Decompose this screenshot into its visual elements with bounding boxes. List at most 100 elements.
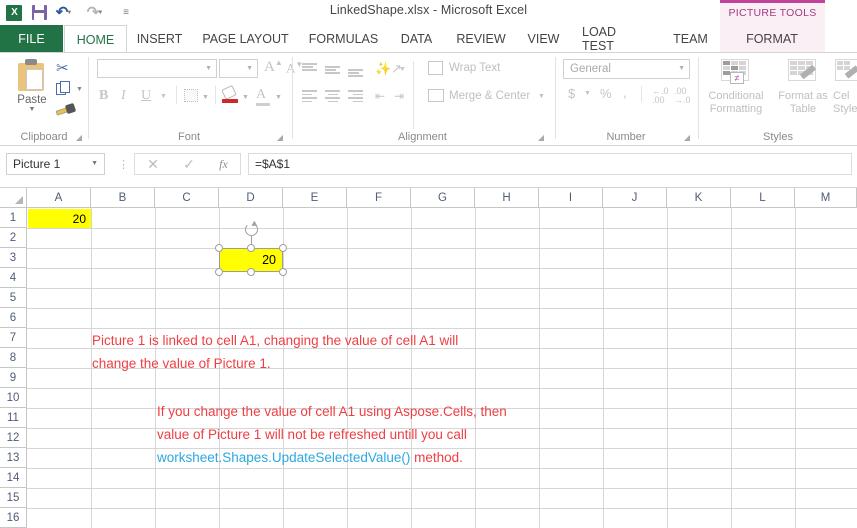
row-header-2[interactable]: 2 <box>0 228 27 248</box>
group-label-clipboard: Clipboard <box>20 131 68 143</box>
row-header-4[interactable]: 4 <box>0 268 27 288</box>
chevron-down-icon[interactable]: ▼ <box>678 65 685 72</box>
chevron-down-icon: ▼ <box>202 94 209 101</box>
tab-insert[interactable]: INSERT <box>130 25 189 52</box>
chevron-down-icon[interactable]: ▼ <box>91 160 98 167</box>
cancel-formula-icon[interactable]: ✕ <box>147 156 159 173</box>
column-header-k[interactable]: K <box>667 188 731 208</box>
resize-handle-sw[interactable] <box>215 268 223 276</box>
row-header-10[interactable]: 10 <box>0 388 27 408</box>
column-header-l[interactable]: L <box>731 188 795 208</box>
underline-button: U <box>141 88 152 103</box>
ribbon-tabs: FILE HOME INSERT PAGE LAYOUT FORMULAS DA… <box>0 25 857 53</box>
divider <box>176 86 177 104</box>
chevron-down-icon[interactable]: ▼ <box>205 65 212 72</box>
resize-handle-ne[interactable] <box>279 244 287 252</box>
resize-handle-s[interactable] <box>247 268 255 276</box>
column-header-i[interactable]: I <box>539 188 603 208</box>
cut-icon[interactable]: ✂ <box>56 59 69 77</box>
cell-styles-button[interactable]: Cel Style <box>833 59 857 116</box>
row-header-12[interactable]: 12 <box>0 428 27 448</box>
font-size-input[interactable]: ▼ <box>219 59 258 78</box>
ribbon-group-clipboard: Paste ▼ ✂ ▼ Clipboard ◢ <box>0 53 88 145</box>
row-header-5[interactable]: 5 <box>0 288 27 308</box>
row-header-6[interactable]: 6 <box>0 308 27 328</box>
borders-icon <box>184 89 198 102</box>
copy-icon[interactable] <box>56 81 72 96</box>
format-as-table-label-line1: Format as <box>778 90 828 102</box>
confirm-formula-icon[interactable]: ✓ <box>183 156 195 173</box>
formula-action-buttons: ✕ ✓ fx <box>134 153 241 175</box>
row-header-16[interactable]: 16 <box>0 508 27 528</box>
row-header-14[interactable]: 14 <box>0 468 27 488</box>
number-format-select[interactable]: General ▼ <box>563 59 690 79</box>
ribbon: Paste ▼ ✂ ▼ Clipboard ◢ Font ◢ ▼ ▼ A▲ A ▼… <box>0 53 857 146</box>
row-header-13[interactable]: 13 <box>0 448 27 468</box>
column-header-j[interactable]: J <box>603 188 667 208</box>
formula-input[interactable]: =$A$1 <box>248 153 852 175</box>
insert-function-icon[interactable]: fx <box>219 157 228 172</box>
currency-format-icon: $ <box>568 86 576 101</box>
column-header-a[interactable]: A <box>27 188 91 208</box>
conditional-formatting-icon: ≠ <box>721 59 751 87</box>
resize-handle-n[interactable] <box>247 244 255 252</box>
column-header-b[interactable]: B <box>91 188 155 208</box>
alignment-dialog-launcher[interactable]: ◢ <box>538 133 544 142</box>
tab-page-layout[interactable]: PAGE LAYOUT <box>192 25 299 52</box>
tab-view[interactable]: VIEW <box>518 25 569 52</box>
column-header-m[interactable]: M <box>795 188 857 208</box>
cell-A1[interactable]: 20 <box>28 209 91 228</box>
font-name-input[interactable]: ▼ <box>97 59 217 78</box>
row-header-3[interactable]: 3 <box>0 248 27 268</box>
clipboard-dialog-launcher[interactable]: ◢ <box>76 133 82 142</box>
chevron-down-icon[interactable]: ▼ <box>76 86 83 93</box>
row-header-15[interactable]: 15 <box>0 488 27 508</box>
tab-formulas[interactable]: FORMULAS <box>301 25 386 52</box>
bold-button: B <box>99 88 109 103</box>
tab-file[interactable]: FILE <box>0 25 63 52</box>
tab-format[interactable]: FORMAT <box>722 25 822 52</box>
column-header-h[interactable]: H <box>475 188 539 208</box>
annotation-note-2-line-3: worksheet.Shapes.UpdateSelectedValue() m… <box>157 446 463 469</box>
row-header-1[interactable]: 1 <box>0 208 27 228</box>
chevron-down-icon: ▼ <box>584 90 591 97</box>
tab-data[interactable]: DATA <box>389 25 444 52</box>
annotation-note-2-line-2: value of Picture 1 will not be refreshed… <box>157 427 467 442</box>
format-painter-icon[interactable] <box>55 102 77 117</box>
merge-center-icon <box>428 89 444 102</box>
font-dialog-launcher[interactable]: ◢ <box>277 133 283 142</box>
row-header-9[interactable]: 9 <box>0 368 27 388</box>
row-header-11[interactable]: 11 <box>0 408 27 428</box>
column-header-e[interactable]: E <box>283 188 347 208</box>
conditional-formatting-button[interactable]: ≠ Conditional Formatting <box>705 59 767 116</box>
chevron-down-icon: ▼ <box>275 94 282 101</box>
chevron-down-icon: ▼ <box>242 94 249 101</box>
cell-styles-label-line2: Style <box>833 103 857 115</box>
divider <box>413 61 414 129</box>
resize-handle-nw[interactable] <box>215 244 223 252</box>
chevron-down-icon: ▼ <box>538 93 545 100</box>
worksheet-grid[interactable]: A B C D E F G H I J K L M 1 2 3 4 5 6 7 … <box>0 188 857 528</box>
column-header-c[interactable]: C <box>155 188 219 208</box>
chevron-down-icon[interactable]: ▼ <box>246 65 253 72</box>
name-box[interactable]: Picture 1 ▼ <box>6 153 105 175</box>
tab-home[interactable]: HOME <box>64 25 127 53</box>
excel-window: X ↶ ▼ ↷ ▼ ≡ LinkedShape.xlsx - Microsoft E… <box>0 0 857 528</box>
resize-handle-se[interactable] <box>279 268 287 276</box>
row-header-8[interactable]: 8 <box>0 348 27 368</box>
chevron-down-icon: ▼ <box>399 66 406 73</box>
column-header-d[interactable]: D <box>219 188 283 208</box>
tab-team[interactable]: TEAM <box>663 25 718 52</box>
gridline <box>27 308 857 309</box>
row-header-7[interactable]: 7 <box>0 328 27 348</box>
font-color-icon: A <box>256 87 267 102</box>
select-all-corner[interactable] <box>0 188 27 208</box>
chevron-down-icon[interactable]: ▼ <box>29 106 36 114</box>
tab-load-test[interactable]: LOAD TEST <box>572 25 660 53</box>
paste-button[interactable]: Paste ▼ <box>8 57 56 129</box>
tab-review[interactable]: REVIEW <box>447 25 515 52</box>
column-header-g[interactable]: G <box>411 188 475 208</box>
format-as-table-button[interactable]: Format as Table <box>772 59 834 116</box>
number-dialog-launcher[interactable]: ◢ <box>684 133 690 142</box>
column-header-f[interactable]: F <box>347 188 411 208</box>
